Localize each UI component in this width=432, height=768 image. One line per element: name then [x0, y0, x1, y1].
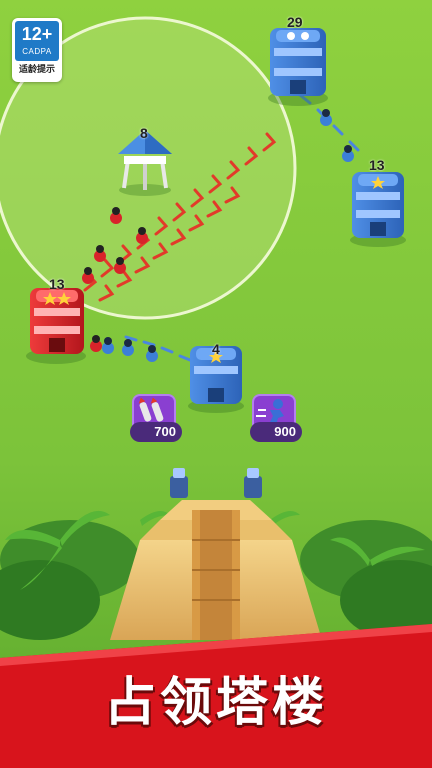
tower-count-right-blue: 13	[369, 157, 385, 173]
tower-count-top-blue: 29	[287, 14, 303, 30]
speed-cost: 900	[250, 422, 302, 442]
blue-tower-top[interactable]	[268, 28, 328, 106]
age-rating-org: CADPA	[22, 47, 52, 56]
missile-cost: 700	[130, 422, 182, 442]
tower-count-center-blue: 4	[212, 341, 220, 357]
tower-count-watchtower: 8	[140, 125, 148, 141]
banner-title: 占领塔楼	[103, 673, 328, 733]
age-rating-tip: 适龄提示	[18, 65, 55, 75]
red-tower[interactable]	[26, 288, 86, 364]
age-rating-number: 12+	[21, 24, 53, 44]
blue-tower-right[interactable]	[350, 172, 406, 247]
tower-count-red: 13	[49, 276, 65, 292]
game-scene	[0, 0, 432, 768]
missile-powerup-button[interactable]: 700	[130, 394, 182, 448]
speed-powerup-button[interactable]: 900	[250, 394, 302, 448]
age-rating-badge: 12+ CADPA 适龄提示	[12, 18, 62, 82]
